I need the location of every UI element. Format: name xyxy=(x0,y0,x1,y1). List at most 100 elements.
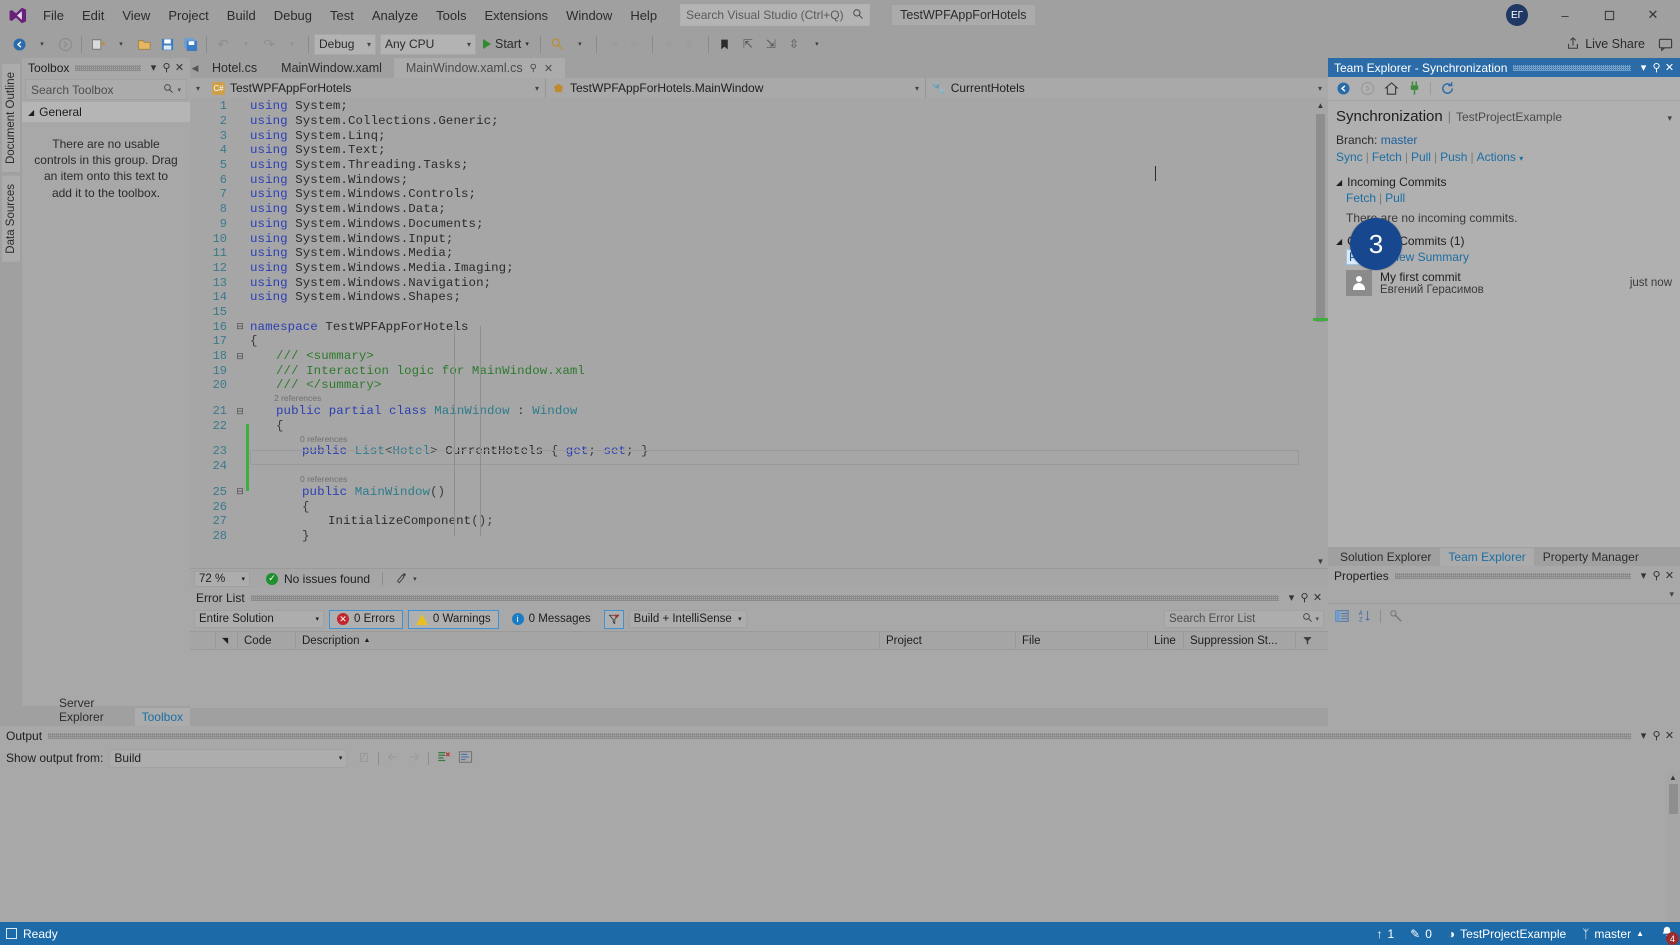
scroll-up-icon[interactable]: ▲ xyxy=(1313,98,1328,112)
codelens-references[interactable]: 0 references xyxy=(300,474,347,484)
column-project[interactable]: Project xyxy=(880,632,1016,649)
incoming-fetch-link[interactable]: Fetch xyxy=(1346,191,1376,205)
pin-icon[interactable]: ⚲ xyxy=(1298,591,1311,604)
code-line[interactable]: 12 using System.Windows.Media.Imaging; xyxy=(190,261,1313,276)
editor-zoom-select[interactable]: 72 % ▾ xyxy=(194,570,250,587)
code-line[interactable]: 22 { xyxy=(190,418,1313,433)
scrollbar-thumb[interactable] xyxy=(1668,784,1678,814)
vs-search-input[interactable]: Search Visual Studio (Ctrl+Q) xyxy=(680,4,871,26)
previous-bookmark-icon[interactable]: ⇱ xyxy=(737,32,759,56)
close-icon[interactable]: ✕ xyxy=(1663,729,1676,742)
code-line[interactable]: 7 using System.Windows.Controls; xyxy=(190,187,1313,202)
code-editor[interactable]: 1 using System; 2 using System.Collections.… xyxy=(190,98,1328,568)
dock-tab-property-manager[interactable]: Property Manager xyxy=(1535,548,1647,566)
menu-project[interactable]: Project xyxy=(159,4,217,27)
code-line[interactable]: 18 ⊟ /// <summary> xyxy=(190,349,1313,364)
error-scope-select[interactable]: Entire Solution ▾ xyxy=(194,610,324,628)
avatar[interactable]: ЕГ xyxy=(1506,4,1528,26)
code-line[interactable]: 2 using System.Collections.Generic; xyxy=(190,114,1313,129)
notifications-status[interactable]: 4 xyxy=(1660,925,1679,945)
editor-tab-mainwindow-xaml-cs[interactable]: MainWindow.xaml.cs ⚲ ✕ xyxy=(393,58,566,78)
output-source-select[interactable]: Build ▾ xyxy=(109,748,348,768)
toolbox-group-general[interactable]: ◢ General xyxy=(22,102,190,122)
navbar-dropdown-icon[interactable]: ▾ xyxy=(190,78,206,98)
close-icon[interactable]: ✕ xyxy=(1663,569,1676,582)
redo-dropdown-icon[interactable]: ▾ xyxy=(281,32,303,56)
save-icon[interactable] xyxy=(156,32,178,56)
code-line[interactable]: 20 /// </summary> xyxy=(190,378,1313,393)
code-line[interactable]: 15 xyxy=(190,305,1313,320)
drag-grip[interactable] xyxy=(75,64,141,71)
properties-icon[interactable] xyxy=(1388,608,1404,624)
properties-object-select[interactable]: ▾ xyxy=(1328,585,1680,604)
step-into-icon[interactable]: ⇥ xyxy=(602,32,624,56)
clear-output-icon[interactable] xyxy=(357,750,371,767)
chevron-down-icon[interactable]: ▾ xyxy=(147,61,160,74)
drag-grip[interactable] xyxy=(1513,64,1631,71)
code-line[interactable]: 11 using System.Windows.Media; xyxy=(190,246,1313,261)
drag-grip[interactable] xyxy=(1394,572,1631,579)
code-line[interactable]: 25 ⊟ public MainWindow() xyxy=(190,485,1313,500)
incoming-pull-link[interactable]: Pull xyxy=(1385,191,1405,205)
menu-extensions[interactable]: Extensions xyxy=(475,4,557,27)
chevron-down-icon[interactable]: ▾ xyxy=(413,575,417,583)
feedback-icon[interactable] xyxy=(1654,32,1676,56)
code-line[interactable]: 10 using System.Windows.Input; xyxy=(190,231,1313,246)
code-line[interactable]: 6 using System.Windows; xyxy=(190,172,1313,187)
toggle-wordwrap-icon[interactable] xyxy=(458,750,473,767)
error-list-rows[interactable] xyxy=(190,650,1328,708)
sync-link[interactable]: Sync xyxy=(1336,150,1363,164)
outlining-glyph[interactable]: ⊟ xyxy=(234,322,246,331)
build-filter-select[interactable]: Build + IntelliSense ▾ xyxy=(628,610,747,628)
pin-icon[interactable]: ⚲ xyxy=(530,63,537,74)
platform-select[interactable]: Any CPU ▾ xyxy=(380,33,476,55)
dock-tab-solution-explorer[interactable]: Solution Explorer xyxy=(1332,548,1439,566)
outgoing-commit-item[interactable]: My first commit Евгений Герасимов just n… xyxy=(1328,266,1680,300)
code-line[interactable]: 4 using System.Text; xyxy=(190,143,1313,158)
search-options-icon[interactable]: ▾ xyxy=(1315,615,1319,623)
code-line[interactable]: 8 using System.Windows.Data; xyxy=(190,202,1313,217)
minimize-button[interactable]: – xyxy=(1544,1,1586,29)
chevron-down-icon[interactable]: ▾ xyxy=(1637,729,1650,742)
code-line[interactable]: 5 using System.Threading.Tasks; xyxy=(190,158,1313,173)
menu-build[interactable]: Build xyxy=(218,4,265,27)
menu-debug[interactable]: Debug xyxy=(265,4,321,27)
outlining-glyph[interactable]: ⊟ xyxy=(234,351,246,361)
chevron-down-icon[interactable]: ▾ xyxy=(1637,61,1650,74)
column-filter-icon[interactable] xyxy=(1296,632,1322,649)
navbar-project-select[interactable]: C# TestWPFAppForHotels ▾ xyxy=(206,78,546,98)
branch-name[interactable]: master xyxy=(1381,133,1418,147)
codelens-references[interactable]: 0 references xyxy=(300,434,347,444)
pending-changes-status[interactable]: ✎ 0 xyxy=(1410,927,1432,941)
step-over-icon[interactable]: ⇤ xyxy=(625,32,647,56)
scrollbar-track[interactable] xyxy=(1313,112,1328,554)
menu-help[interactable]: Help xyxy=(621,4,666,27)
search-options-icon[interactable]: ▾ xyxy=(177,86,181,94)
branch-status[interactable]: ᛉ master ▲ xyxy=(1582,927,1644,941)
clear-bookmarks-icon[interactable]: ⇳ xyxy=(783,32,805,56)
scroll-up-icon[interactable]: ▲ xyxy=(1669,773,1677,782)
code-line[interactable]: 19 /// Interaction logic for MainWindow.x… xyxy=(190,363,1313,378)
code-line[interactable]: 3 using System.Linq; xyxy=(190,128,1313,143)
navigate-back-dropdown-icon[interactable]: ▾ xyxy=(31,32,53,56)
output-content[interactable]: ▲ xyxy=(0,771,1680,922)
menu-tools[interactable]: Tools xyxy=(427,4,475,27)
scroll-down-icon[interactable]: ▼ xyxy=(1313,554,1328,568)
categorized-icon[interactable] xyxy=(1334,608,1350,624)
chevron-down-icon[interactable]: ▾ xyxy=(1637,569,1650,582)
pin-icon[interactable]: ⚲ xyxy=(1650,729,1663,742)
toolbox-search-input[interactable]: Search Toolbox ▾ xyxy=(25,79,187,100)
tab-scroll-left-icon[interactable]: ◀ xyxy=(190,58,200,78)
pin-icon[interactable]: ⚲ xyxy=(160,61,173,74)
code-line[interactable]: 16 ⊟ namespace TestWPFAppForHotels xyxy=(190,319,1313,334)
editor-tab-mainwindow-xaml[interactable]: MainWindow.xaml xyxy=(269,58,394,78)
error-list-search-input[interactable]: Search Error List ▾ xyxy=(1164,610,1324,628)
clear-all-icon[interactable] xyxy=(436,750,451,767)
maximize-button[interactable] xyxy=(1588,1,1630,29)
scrollbar-thumb[interactable] xyxy=(1316,114,1325,322)
menu-test[interactable]: Test xyxy=(321,4,363,27)
chevron-down-icon[interactable]: ▾ xyxy=(1667,113,1672,124)
refresh-icon[interactable] xyxy=(1440,81,1455,96)
code-line[interactable]: 17 { xyxy=(190,334,1313,349)
close-icon[interactable]: ✕ xyxy=(1311,591,1324,604)
